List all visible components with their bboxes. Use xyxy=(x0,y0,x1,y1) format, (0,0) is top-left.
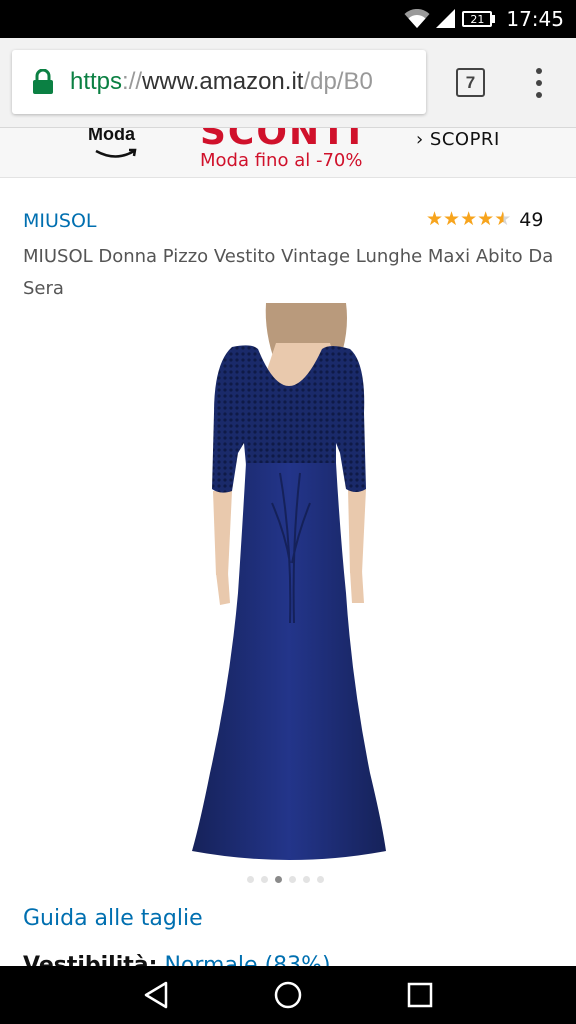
battery-tip xyxy=(492,15,496,23)
url-separator: :// xyxy=(122,68,143,95)
product-image[interactable] xyxy=(180,303,400,865)
back-icon[interactable] xyxy=(136,975,176,1015)
wifi-icon xyxy=(404,9,430,28)
carousel-dot[interactable] xyxy=(261,876,268,883)
half-star-icon: ★ xyxy=(494,209,512,230)
banner-subline: Moda fino al -70% xyxy=(200,150,363,171)
star-icon: ★ xyxy=(443,209,461,230)
banner-cta-link[interactable]: › SCOPRI xyxy=(416,129,500,150)
signal-icon xyxy=(436,9,456,28)
star-rating: ★ ★ ★ ★ ★ xyxy=(426,210,511,230)
carousel-dot[interactable] xyxy=(289,876,296,883)
system-nav-bar xyxy=(0,966,576,1024)
carousel-dot[interactable] xyxy=(247,876,254,883)
carousel-dot[interactable] xyxy=(303,876,310,883)
browser-toolbar: https://www.amazon.it/dp/B0 7 xyxy=(0,38,576,128)
address-bar[interactable]: https://www.amazon.it/dp/B0 xyxy=(12,50,426,114)
overflow-menu-icon[interactable] xyxy=(530,68,548,98)
url-path: /dp/B0 xyxy=(303,68,373,95)
promo-banner[interactable]: Moda SCONTI Moda fino al -70% › SCOPRI xyxy=(0,128,576,178)
url-scheme: https xyxy=(70,68,123,95)
amazon-smile-icon xyxy=(95,148,137,158)
menu-dot xyxy=(536,80,542,86)
battery-level: 21 xyxy=(462,11,493,27)
lock-icon[interactable] xyxy=(32,68,54,95)
url-domain: www.amazon.it xyxy=(142,68,304,95)
menu-dot xyxy=(536,68,542,74)
brand-link[interactable]: MIUSOL xyxy=(23,210,97,232)
rating-count: 49 xyxy=(519,209,544,231)
carousel-dot[interactable] xyxy=(317,876,324,883)
status-bar: 21 17:45 xyxy=(0,0,576,38)
menu-dot xyxy=(536,92,542,98)
image-carousel-indicator[interactable] xyxy=(247,876,324,883)
star-icon: ★ xyxy=(477,209,495,230)
recents-icon[interactable] xyxy=(400,975,440,1015)
star-icon: ★ xyxy=(426,209,444,230)
banner-brand: Moda xyxy=(88,128,135,144)
tab-switcher-icon[interactable]: 7 xyxy=(456,68,485,97)
battery-icon: 21 xyxy=(462,11,496,27)
rating[interactable]: ★ ★ ★ ★ ★ 49 xyxy=(426,209,543,231)
url-text[interactable]: https://www.amazon.it/dp/B0 xyxy=(70,68,373,96)
tab-count: 7 xyxy=(465,72,476,92)
phone-screen: 21 17:45 https://www.amazon.it/dp/B0 7 M… xyxy=(0,0,576,1024)
home-icon[interactable] xyxy=(268,975,308,1015)
star-icon: ★ xyxy=(460,209,478,230)
carousel-dot[interactable] xyxy=(275,876,282,883)
size-guide-link[interactable]: Guida alle taglie xyxy=(23,906,203,931)
clock: 17:45 xyxy=(506,7,564,31)
product-title: MIUSOL Donna Pizzo Vestito Vintage Lungh… xyxy=(23,246,554,299)
